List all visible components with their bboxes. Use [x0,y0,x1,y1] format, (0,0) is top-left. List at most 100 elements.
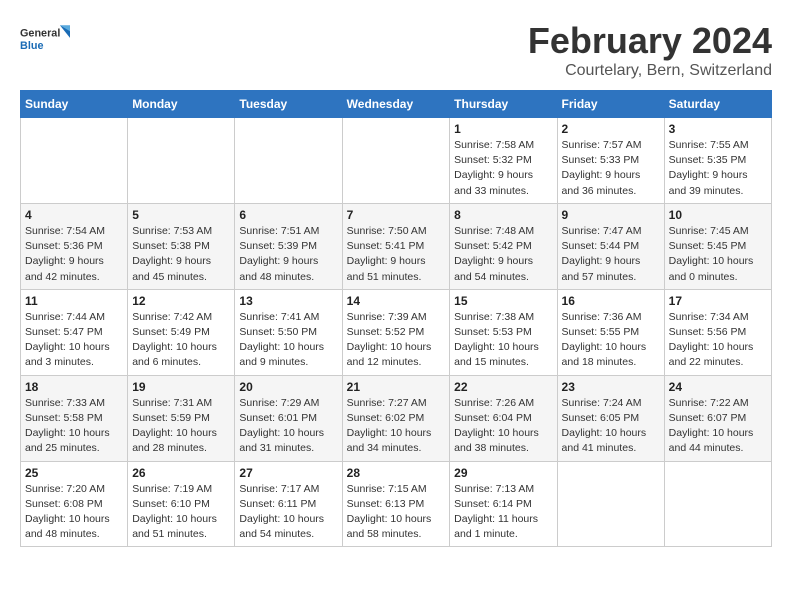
weekday-header: Friday [557,91,664,118]
day-number: 7 [347,208,446,222]
day-info: Sunrise: 7:20 AMSunset: 6:08 PMDaylight:… [25,482,123,543]
calendar-cell: 14 Sunrise: 7:39 AMSunset: 5:52 PMDayligh… [342,289,450,375]
calendar-cell [342,118,450,204]
calendar-cell: 8Sunrise: 7:48 AMSunset: 5:42 PMDaylight… [450,203,557,289]
day-info: Sunrise: 7:33 AMSunset: 5:58 PMDaylight:… [25,396,123,457]
day-number: 20 [239,380,337,394]
calendar-cell: 21 Sunrise: 7:27 AMSunset: 6:02 PMDayligh… [342,375,450,461]
calendar-cell: 18 Sunrise: 7:33 AMSunset: 5:58 PMDayligh… [21,375,128,461]
calendar-cell: 28Sunrise: 7:15 AMSunset: 6:13 PMDayligh… [342,461,450,547]
day-number: 14 [347,294,446,308]
day-number: 13 [239,294,337,308]
day-number: 6 [239,208,337,222]
calendar-cell: 26 Sunrise: 7:19 AMSunset: 6:10 PMDayligh… [128,461,235,547]
calendar-week-row: 4 Sunrise: 7:54 AMSunset: 5:36 PMDaylight… [21,203,772,289]
day-number: 22 [454,380,552,394]
weekday-header-row: SundayMondayTuesdayWednesdayThursdayFrid… [21,91,772,118]
calendar-cell: 10Sunrise: 7:45 AMSunset: 5:45 PMDayligh… [664,203,771,289]
calendar-cell: 5 Sunrise: 7:53 AMSunset: 5:38 PMDaylight… [128,203,235,289]
day-info: Sunrise: 7:13 AMSunset: 6:14 PMDaylight:… [454,482,552,543]
day-number: 19 [132,380,230,394]
day-info: Sunrise: 7:22 AMSunset: 6:07 PMDaylight:… [669,396,767,457]
calendar-cell: 4 Sunrise: 7:54 AMSunset: 5:36 PMDaylight… [21,203,128,289]
calendar-cell [128,118,235,204]
calendar-title: February 2024 [528,20,772,62]
calendar-table: SundayMondayTuesdayWednesdayThursdayFrid… [20,90,772,547]
day-info: Sunrise: 7:36 AMSunset: 5:55 PMDaylight:… [562,310,660,371]
title-block: February 2024 Courtelary, Bern, Switzerl… [528,20,772,80]
day-number: 18 [25,380,123,394]
day-number: 9 [562,208,660,222]
calendar-cell: 27Sunrise: 7:17 AMSunset: 6:11 PMDayligh… [235,461,342,547]
calendar-cell: 9 Sunrise: 7:47 AMSunset: 5:44 PMDaylight… [557,203,664,289]
day-info: Sunrise: 7:39 AMSunset: 5:52 PMDaylight:… [347,310,446,371]
day-number: 3 [669,122,767,136]
calendar-week-row: 18 Sunrise: 7:33 AMSunset: 5:58 PMDayligh… [21,375,772,461]
calendar-cell: 29 Sunrise: 7:13 AMSunset: 6:14 PMDayligh… [450,461,557,547]
day-info: Sunrise: 7:55 AMSunset: 5:35 PMDaylight:… [669,138,767,199]
calendar-body: 1 Sunrise: 7:58 AMSunset: 5:32 PMDaylight… [21,118,772,547]
day-info: Sunrise: 7:38 AMSunset: 5:53 PMDaylight:… [454,310,552,371]
calendar-week-row: 1 Sunrise: 7:58 AMSunset: 5:32 PMDaylight… [21,118,772,204]
calendar-week-row: 11 Sunrise: 7:44 AMSunset: 5:47 PMDayligh… [21,289,772,375]
day-info: Sunrise: 7:24 AMSunset: 6:05 PMDaylight:… [562,396,660,457]
day-number: 28 [347,466,446,480]
svg-text:Blue: Blue [20,40,43,52]
day-number: 23 [562,380,660,394]
day-info: Sunrise: 7:54 AMSunset: 5:36 PMDaylight:… [25,224,123,285]
day-number: 16 [562,294,660,308]
day-number: 17 [669,294,767,308]
calendar-cell: 24Sunrise: 7:22 AMSunset: 6:07 PMDayligh… [664,375,771,461]
day-number: 1 [454,122,552,136]
day-info: Sunrise: 7:29 AMSunset: 6:01 PMDaylight:… [239,396,337,457]
calendar-cell [21,118,128,204]
weekday-header: Tuesday [235,91,342,118]
day-info: Sunrise: 7:44 AMSunset: 5:47 PMDaylight:… [25,310,123,371]
logo: General Blue [20,20,70,60]
day-number: 12 [132,294,230,308]
calendar-cell: 16 Sunrise: 7:36 AMSunset: 5:55 PMDayligh… [557,289,664,375]
day-info: Sunrise: 7:53 AMSunset: 5:38 PMDaylight:… [132,224,230,285]
day-info: Sunrise: 7:57 AMSunset: 5:33 PMDaylight:… [562,138,660,199]
day-info: Sunrise: 7:31 AMSunset: 5:59 PMDaylight:… [132,396,230,457]
weekday-header: Thursday [450,91,557,118]
calendar-cell [664,461,771,547]
weekday-header: Saturday [664,91,771,118]
calendar-cell: 19 Sunrise: 7:31 AMSunset: 5:59 PMDayligh… [128,375,235,461]
day-info: Sunrise: 7:47 AMSunset: 5:44 PMDaylight:… [562,224,660,285]
calendar-cell: 1 Sunrise: 7:58 AMSunset: 5:32 PMDaylight… [450,118,557,204]
day-info: Sunrise: 7:27 AMSunset: 6:02 PMDaylight:… [347,396,446,457]
day-info: Sunrise: 7:26 AMSunset: 6:04 PMDaylight:… [454,396,552,457]
day-info: Sunrise: 7:19 AMSunset: 6:10 PMDaylight:… [132,482,230,543]
calendar-cell: 22 Sunrise: 7:26 AMSunset: 6:04 PMDayligh… [450,375,557,461]
day-number: 5 [132,208,230,222]
day-number: 2 [562,122,660,136]
day-info: Sunrise: 7:45 AMSunset: 5:45 PMDaylight:… [669,224,767,285]
day-number: 29 [454,466,552,480]
day-info: Sunrise: 7:50 AMSunset: 5:41 PMDaylight:… [347,224,446,285]
day-number: 15 [454,294,552,308]
weekday-header: Monday [128,91,235,118]
weekday-header: Wednesday [342,91,450,118]
calendar-cell [557,461,664,547]
day-info: Sunrise: 7:48 AMSunset: 5:42 PMDaylight:… [454,224,552,285]
day-info: Sunrise: 7:42 AMSunset: 5:49 PMDaylight:… [132,310,230,371]
calendar-cell: 15 Sunrise: 7:38 AMSunset: 5:53 PMDayligh… [450,289,557,375]
day-number: 25 [25,466,123,480]
day-number: 11 [25,294,123,308]
day-number: 4 [25,208,123,222]
calendar-cell: 12 Sunrise: 7:42 AMSunset: 5:49 PMDayligh… [128,289,235,375]
calendar-cell: 2 Sunrise: 7:57 AMSunset: 5:33 PMDaylight… [557,118,664,204]
calendar-cell: 17 Sunrise: 7:34 AMSunset: 5:56 PMDayligh… [664,289,771,375]
calendar-subtitle: Courtelary, Bern, Switzerland [528,62,772,80]
day-number: 27 [239,466,337,480]
calendar-cell: 6Sunrise: 7:51 AMSunset: 5:39 PMDaylight… [235,203,342,289]
day-number: 21 [347,380,446,394]
logo-icon: General Blue [20,20,70,60]
page-header: General Blue February 2024 Courtelary, B… [20,20,772,80]
day-info: Sunrise: 7:58 AMSunset: 5:32 PMDaylight:… [454,138,552,199]
day-info: Sunrise: 7:34 AMSunset: 5:56 PMDaylight:… [669,310,767,371]
calendar-cell: 20 Sunrise: 7:29 AMSunset: 6:01 PMDayligh… [235,375,342,461]
calendar-header: SundayMondayTuesdayWednesdayThursdayFrid… [21,91,772,118]
day-number: 26 [132,466,230,480]
